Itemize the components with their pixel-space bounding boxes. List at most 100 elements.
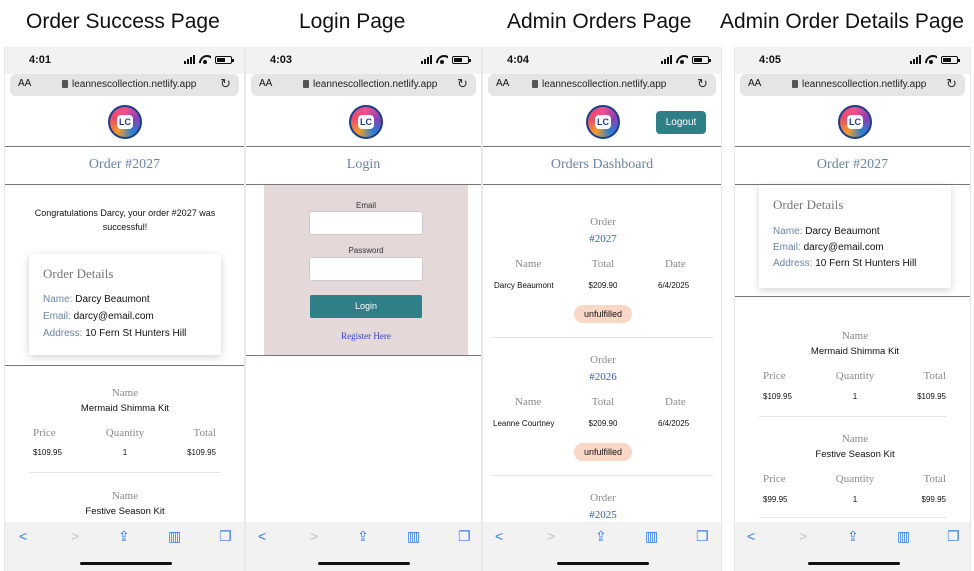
address-bar[interactable]: AA leannescollection.netlify.app ↻ bbox=[740, 74, 965, 96]
forward-icon[interactable]: > bbox=[799, 528, 807, 544]
item-name: Mermaid Shimma Kit bbox=[80, 403, 170, 414]
text-size-button[interactable]: AA bbox=[259, 78, 272, 89]
item-quantity: 1 bbox=[122, 448, 128, 457]
url-text[interactable]: leannescollection.netlify.app bbox=[542, 79, 666, 90]
bookmarks-icon[interactable]: ▥ bbox=[407, 528, 420, 545]
phone-login: 4:03 AA leannescollection.netlify.app ↻ … bbox=[245, 47, 482, 571]
back-icon[interactable]: < bbox=[747, 528, 755, 544]
customer-name: Name: Darcy Beaumont bbox=[43, 294, 150, 305]
tabs-icon[interactable]: ❐ bbox=[219, 528, 232, 545]
divider bbox=[246, 146, 481, 147]
customer-name: Name: Darcy Beaumont bbox=[773, 226, 880, 237]
reload-icon[interactable]: ↻ bbox=[946, 76, 957, 92]
site-logo[interactable]: LC bbox=[586, 105, 620, 139]
address-bar[interactable]: AA leannescollection.netlify.app ↻ bbox=[251, 74, 476, 96]
wifi-icon bbox=[199, 55, 211, 64]
site-logo[interactable]: LC bbox=[838, 105, 872, 139]
email-input[interactable] bbox=[309, 211, 423, 235]
back-icon[interactable]: < bbox=[19, 528, 27, 544]
forward-icon[interactable]: > bbox=[547, 528, 555, 544]
share-icon[interactable]: ⇪ bbox=[118, 528, 130, 545]
url-text[interactable]: leannescollection.netlify.app bbox=[802, 79, 926, 90]
address-bar[interactable]: AA leannescollection.netlify.app ↻ bbox=[10, 74, 239, 96]
login-button[interactable]: Login bbox=[310, 295, 422, 318]
total-label: Total bbox=[923, 370, 946, 382]
customer-email: Email: darcy@email.com bbox=[43, 311, 154, 322]
logo-text: LC bbox=[117, 115, 133, 129]
name-column-label: Name bbox=[515, 396, 542, 408]
url-text[interactable]: leannescollection.netlify.app bbox=[72, 79, 196, 90]
address-bar[interactable]: AA leannescollection.netlify.app ↻ bbox=[488, 74, 716, 96]
total-label: Total bbox=[923, 473, 946, 485]
share-icon[interactable]: ⇪ bbox=[357, 528, 369, 545]
reload-icon[interactable]: ↻ bbox=[220, 76, 231, 92]
logout-button[interactable]: Logout bbox=[656, 111, 706, 134]
logo-text: LC bbox=[358, 115, 374, 129]
browser-toolbar: < > ⇪ ▥ ❐ bbox=[483, 522, 721, 571]
status-badge: unfulfilled bbox=[574, 305, 632, 323]
bookmarks-icon[interactable]: ▥ bbox=[645, 528, 658, 545]
divider bbox=[735, 146, 970, 147]
lock-icon bbox=[303, 80, 309, 88]
browser-toolbar: < > ⇪ ▥ ❐ bbox=[246, 522, 481, 571]
forward-icon[interactable]: > bbox=[310, 528, 318, 544]
reload-icon[interactable]: ↻ bbox=[697, 76, 708, 92]
page-title: Order #2027 bbox=[816, 157, 889, 172]
panel-title-login: Login Page bbox=[299, 10, 406, 33]
site-logo[interactable]: LC bbox=[349, 105, 383, 139]
tabs-icon[interactable]: ❐ bbox=[696, 528, 709, 545]
item-separator bbox=[29, 472, 220, 473]
divider bbox=[5, 146, 244, 147]
reload-icon[interactable]: ↻ bbox=[457, 76, 468, 92]
back-icon[interactable]: < bbox=[495, 528, 503, 544]
back-icon[interactable]: < bbox=[258, 528, 266, 544]
phone-order-success: 4:01 AA leannescollection.netlify.app ↻ … bbox=[4, 47, 245, 571]
site-logo[interactable]: LC bbox=[108, 105, 142, 139]
status-icons bbox=[661, 55, 711, 64]
status-icons bbox=[421, 55, 471, 64]
browser-toolbar: < > ⇪ ▥ ❐ bbox=[5, 522, 244, 571]
name-column-label: Name bbox=[515, 258, 542, 270]
password-input[interactable] bbox=[309, 257, 423, 281]
total-column-label: Total bbox=[591, 396, 615, 408]
tabs-icon[interactable]: ❐ bbox=[947, 528, 960, 545]
password-label: Password bbox=[348, 246, 384, 255]
battery-icon bbox=[692, 55, 711, 64]
email-label: Email bbox=[355, 201, 376, 210]
text-size-button[interactable]: AA bbox=[748, 78, 761, 89]
address-label: Address: bbox=[43, 328, 83, 339]
item-total: $109.95 bbox=[917, 392, 946, 401]
status-time: 4:01 bbox=[29, 54, 52, 66]
bookmarks-icon[interactable]: ▥ bbox=[168, 528, 181, 545]
url-text[interactable]: leannescollection.netlify.app bbox=[313, 79, 437, 90]
text-size-button[interactable]: AA bbox=[18, 78, 31, 89]
item-separator bbox=[759, 416, 946, 417]
divider bbox=[5, 184, 244, 185]
register-link[interactable]: Register Here bbox=[264, 331, 468, 341]
order-id-link[interactable]: #2027 bbox=[553, 233, 653, 245]
page-title: Order #2027 bbox=[88, 157, 161, 172]
lock-icon bbox=[532, 80, 538, 88]
date-column-label: Date bbox=[665, 396, 686, 408]
item-name-label: Name bbox=[111, 387, 139, 399]
lock-icon bbox=[792, 80, 798, 88]
bookmarks-icon[interactable]: ▥ bbox=[897, 528, 910, 545]
status-bar: 4:04 bbox=[483, 47, 721, 74]
share-icon[interactable]: ⇪ bbox=[595, 528, 607, 545]
tabs-icon[interactable]: ❐ bbox=[458, 528, 471, 545]
divider bbox=[735, 296, 970, 297]
order-id-link[interactable]: #2025 bbox=[553, 509, 653, 521]
order-separator bbox=[491, 475, 713, 476]
item-total: $109.95 bbox=[187, 448, 216, 457]
forward-icon[interactable]: > bbox=[71, 528, 79, 544]
text-size-button[interactable]: AA bbox=[496, 78, 509, 89]
browser-toolbar: < > ⇪ ▥ ❐ bbox=[735, 522, 970, 571]
share-icon[interactable]: ⇪ bbox=[847, 528, 859, 545]
email-value: darcy@email.com bbox=[803, 242, 884, 253]
login-form: Email Password Login Register Here bbox=[264, 185, 468, 355]
battery-icon bbox=[941, 55, 960, 64]
order-date: 6/4/2025 bbox=[658, 419, 690, 428]
order-date: 6/4/2025 bbox=[658, 281, 690, 290]
battery-icon bbox=[452, 55, 471, 64]
order-id-link[interactable]: #2026 bbox=[553, 371, 653, 383]
